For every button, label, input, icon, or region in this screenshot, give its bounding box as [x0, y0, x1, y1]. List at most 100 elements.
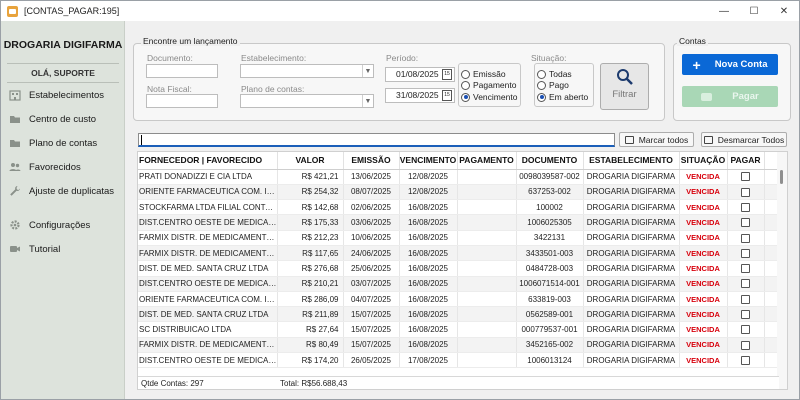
- cell-situacao: VENCIDA: [679, 245, 728, 262]
- pagar-checkbox[interactable]: [741, 172, 750, 182]
- col-estabelecimento[interactable]: ESTABELECIMENTO: [583, 152, 680, 170]
- radio-vencimento[interactable]: Vencimento: [461, 92, 517, 102]
- cell-emissao: 08/07/2025: [343, 184, 400, 201]
- table-row[interactable]: PRATI DONADIZZI E CIA LTDA R$ 421,21 13/06…: [138, 169, 780, 185]
- date-to-value: 31/08/2025: [396, 90, 439, 100]
- radio-pagamento[interactable]: Pagamento: [461, 80, 516, 90]
- estabelecimento-select[interactable]: ▼: [240, 64, 374, 78]
- cell-documento: 000779537-001: [516, 321, 584, 338]
- radio-todas[interactable]: Todas: [537, 69, 572, 79]
- folder-icon: [9, 113, 21, 125]
- date-from-input[interactable]: 01/08/2025 15: [385, 67, 455, 82]
- date-to-input[interactable]: 31/08/2025 15: [385, 88, 455, 103]
- sidebar-item-estabelecimentos[interactable]: Estabelecimentos: [1, 83, 125, 107]
- app-window: [CONTAS_PAGAR:195] — ☐ ✕ DROGARIA DIGIFA…: [0, 0, 800, 400]
- sidebar-item-centro-custo[interactable]: Centro de custo: [1, 107, 125, 131]
- filtrar-button[interactable]: Filtrar: [600, 63, 649, 110]
- grid-footer: Qtde Contas: 297 Total: R$56.688,43: [138, 376, 779, 389]
- col-fornecedor[interactable]: FORNECEDOR | FAVORECIDO: [138, 152, 278, 170]
- cell-emissao: 02/06/2025: [343, 199, 400, 216]
- sidebar-item-ajuste-duplicatas[interactable]: Ajuste de duplicatas: [1, 179, 125, 203]
- maximize-button[interactable]: ☐: [739, 1, 769, 21]
- cell-vencimento: 16/08/2025: [399, 291, 458, 308]
- scrollbar-thumb[interactable]: [780, 170, 783, 184]
- cell-documento: 3452165-002: [516, 337, 584, 354]
- pagar-checkbox[interactable]: [741, 325, 750, 335]
- footer-total: Total: R$56.688,43: [280, 379, 348, 388]
- col-vencimento[interactable]: VENCIMENTO: [399, 152, 458, 170]
- table-row[interactable]: DIST.CENTRO OESTE DE MEDICAMENT...R$ 210…: [138, 276, 780, 292]
- sidebar-item-favorecidos[interactable]: Favorecidos: [1, 155, 125, 179]
- pagar-checkbox[interactable]: [741, 264, 750, 274]
- sidebar-item-plano-contas[interactable]: Plano de contas: [1, 131, 125, 155]
- pagar-checkbox[interactable]: [741, 248, 750, 258]
- wrench-icon: [9, 185, 21, 197]
- desmarcar-todos-button[interactable]: Desmarcar Todos: [701, 132, 787, 147]
- cell-vencimento: 16/08/2025: [399, 321, 458, 338]
- cell-estabelecimento: DROGARIA DIGIFARMA: [583, 199, 680, 216]
- radio-emissao[interactable]: Emissão: [461, 69, 506, 79]
- pagar-checkbox[interactable]: [741, 310, 750, 320]
- search-input[interactable]: [138, 133, 615, 147]
- cell-documento: 0098039587-002: [516, 169, 584, 185]
- table-row[interactable]: ORIENTE FARMACEUTICA COM. IMP. ... R$ 286…: [138, 291, 780, 308]
- plano-contas-select[interactable]: ▼: [240, 94, 374, 108]
- nota-fiscal-input[interactable]: [146, 94, 218, 108]
- pagar-checkbox[interactable]: [741, 202, 750, 212]
- cell-valor: R$ 210,21: [277, 276, 344, 292]
- table-row[interactable]: ORIENTE FARMACEUTICA COM. IMP. ... R$ 254…: [138, 184, 780, 201]
- cell-estabelecimento: DROGARIA DIGIFARMA: [583, 184, 680, 201]
- col-valor[interactable]: VALOR: [277, 152, 344, 170]
- pagar-checkbox[interactable]: [741, 355, 750, 365]
- table-row[interactable]: DIST. DE MED. SANTA CRUZ LTDA R$ 211,89 15…: [138, 306, 780, 323]
- cell-documento: 633819-003: [516, 291, 584, 308]
- marcar-todos-button[interactable]: Marcar todos: [619, 132, 694, 147]
- brand-name: DROGARIA DIGIFARMA: [3, 39, 123, 51]
- pagar-checkbox[interactable]: [741, 340, 750, 350]
- cell-vencimento: 16/08/2025: [399, 245, 458, 262]
- calendar-icon[interactable]: 15: [442, 69, 452, 80]
- pagar-checkbox[interactable]: [741, 187, 750, 197]
- table-row[interactable]: FARMIX DISTR. DE MEDICAMENTOS S/AR$ 117,…: [138, 245, 780, 262]
- sidebar-item-configuracoes[interactable]: Configurações: [1, 213, 125, 237]
- col-pagar[interactable]: PAGAR: [727, 152, 765, 170]
- col-documento[interactable]: DOCUMENTO: [516, 152, 584, 170]
- table-row[interactable]: DIST.CENTRO OESTE DE MEDICAMENT...R$ 174…: [138, 352, 780, 369]
- cell-valor: R$ 117,65: [277, 245, 344, 262]
- pagar-checkbox[interactable]: [741, 218, 750, 228]
- vertical-scrollbar[interactable]: [777, 152, 787, 389]
- cell-situacao: VENCIDA: [679, 276, 728, 292]
- col-situacao[interactable]: SITUAÇÃO: [679, 152, 728, 170]
- cell-estabelecimento: DROGARIA DIGIFARMA: [583, 276, 680, 292]
- pagar-button[interactable]: Pagar: [682, 86, 778, 107]
- cell-emissao: 26/05/2025: [343, 352, 400, 369]
- cell-documento: 0484728-003: [516, 260, 584, 277]
- radio-label: Pagamento: [473, 80, 517, 90]
- calendar-icon[interactable]: 15: [442, 90, 452, 101]
- table-row[interactable]: STOCKFARMA LTDA FILIAL CONTAGEM R$ 142,68…: [138, 199, 780, 216]
- pagar-checkbox[interactable]: [741, 279, 750, 289]
- col-emissao[interactable]: EMISSÃO: [343, 152, 400, 170]
- col-pagamento[interactable]: PAGAMENTO: [457, 152, 517, 170]
- radio-em-aberto[interactable]: Em aberto: [537, 92, 588, 102]
- table-row[interactable]: SC DISTRIBUICAO LTDA R$ 27,64 15/07/2025 16…: [138, 321, 780, 338]
- minimize-button[interactable]: —: [709, 1, 739, 21]
- cell-emissao: 04/07/2025: [343, 291, 400, 308]
- radio-dot-selected: [537, 92, 546, 102]
- documento-input[interactable]: [146, 64, 218, 78]
- pagar-checkbox[interactable]: [741, 294, 750, 304]
- documento-label: Documento:: [147, 53, 193, 63]
- table-row[interactable]: DIST. DE MED. SANTA CRUZ LTDA R$ 276,68 25…: [138, 260, 780, 277]
- cell-pagar: [727, 169, 765, 185]
- sidebar-item-tutorial[interactable]: Tutorial: [1, 237, 125, 261]
- cell-vencimento: 16/08/2025: [399, 199, 458, 216]
- sidebar-item-label: Estabelecimentos: [29, 89, 104, 101]
- radio-pago[interactable]: Pago: [537, 80, 569, 90]
- table-row[interactable]: FARMIX DISTR. DE MEDICAMENTOS S/AR$ 212,…: [138, 230, 780, 246]
- table-row[interactable]: FARMIX DISTR. DE MEDICAMENTOS S/AR$ 80,4…: [138, 337, 780, 354]
- table-row[interactable]: DIST.CENTRO OESTE DE MEDICAMENT...R$ 175…: [138, 214, 780, 231]
- cell-situacao: VENCIDA: [679, 306, 728, 323]
- nova-conta-button[interactable]: + Nova Conta: [682, 54, 778, 75]
- pagar-checkbox[interactable]: [741, 233, 750, 243]
- close-button[interactable]: ✕: [769, 1, 799, 21]
